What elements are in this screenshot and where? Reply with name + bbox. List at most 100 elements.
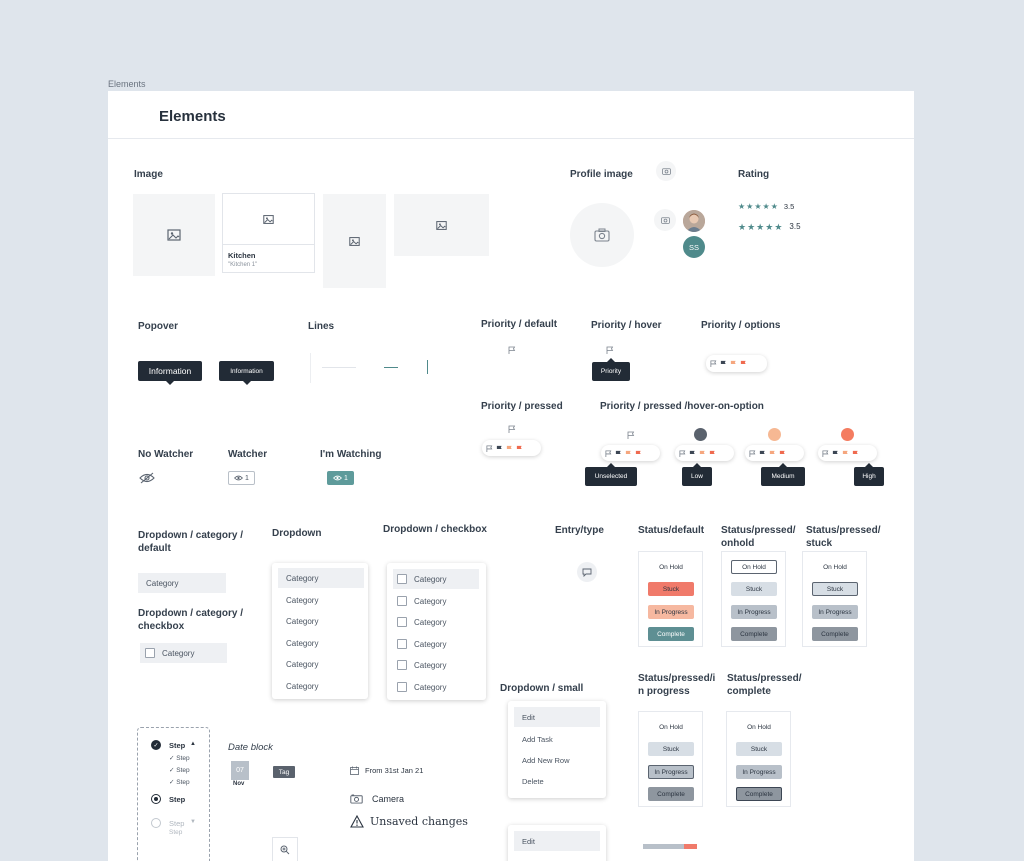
flag-low-icon[interactable] (615, 450, 622, 457)
status-complete[interactable]: Complete (736, 787, 782, 801)
camera-field[interactable]: Camera (350, 794, 404, 804)
status-stuck[interactable]: Stuck (812, 582, 858, 596)
priority-pressed-pill[interactable] (482, 440, 541, 456)
menu-item-delete[interactable]: Delete (514, 771, 600, 791)
substep-label[interactable]: ✓ Step (169, 766, 190, 774)
flag-high-icon[interactable] (709, 450, 716, 457)
status-in-progress[interactable]: In Progress (736, 765, 782, 779)
rating-row-2[interactable]: ★ ★ ★ ★ ★ 3.5 (738, 222, 801, 231)
menu-item-add-new-row[interactable]: Add New Row (514, 750, 600, 770)
flag-low-icon[interactable] (832, 450, 839, 457)
flag-high-icon[interactable] (516, 445, 523, 452)
checkbox[interactable] (145, 648, 155, 658)
status-stuck[interactable]: Stuck (648, 742, 694, 756)
checkbox[interactable] (397, 574, 407, 584)
flag-medium-icon[interactable] (769, 450, 776, 457)
flag-outline-icon[interactable] (822, 449, 829, 457)
step-label[interactable]: Step (169, 741, 185, 750)
status-on-hold[interactable]: On Hold (812, 560, 858, 574)
dropdown-item[interactable]: Category (278, 568, 364, 588)
step-label-faded[interactable]: Step (169, 819, 184, 828)
status-on-hold[interactable]: On Hold (736, 720, 782, 734)
priority-hover-pill-low[interactable] (675, 445, 734, 461)
dropdown-checkbox-item[interactable]: Category (393, 591, 479, 611)
image-card[interactable]: Kitchen "Kitchen 1" (222, 193, 315, 273)
flag-outline-icon[interactable] (508, 346, 516, 354)
eye-slash-icon[interactable] (139, 472, 155, 484)
chevron-up-icon[interactable]: ▲ (190, 741, 196, 747)
status-on-hold[interactable]: On Hold (648, 560, 694, 574)
image-placeholder-landscape[interactable] (394, 194, 489, 256)
dropdown-checkbox-item[interactable]: Category (393, 655, 479, 675)
status-complete[interactable]: Complete (731, 627, 777, 641)
priority-hover-pill-medium[interactable] (745, 445, 804, 461)
priority-hover-pill-unselected[interactable] (601, 445, 660, 461)
flag-high-icon[interactable] (779, 450, 786, 457)
checkbox[interactable] (397, 660, 407, 670)
flag-outline-icon[interactable] (605, 449, 612, 457)
dropdown-item[interactable]: Category (278, 676, 364, 696)
flag-outline-icon[interactable] (710, 360, 717, 367)
zoom-button[interactable] (272, 837, 298, 861)
status-on-hold[interactable]: On Hold (648, 720, 694, 734)
flag-high-icon[interactable] (852, 450, 859, 457)
menu-item-edit[interactable]: Edit (514, 707, 600, 727)
watching-button[interactable]: 1 (327, 471, 354, 485)
status-on-hold[interactable]: On Hold (731, 560, 777, 574)
flag-outline-icon[interactable] (627, 431, 635, 439)
tag-badge[interactable]: Tag (273, 766, 295, 778)
status-stuck[interactable]: Stuck (648, 582, 694, 596)
profile-image-medium-placeholder[interactable] (654, 209, 676, 231)
menu-item-add-task[interactable]: Add Task (514, 729, 600, 749)
flag-high-icon[interactable] (740, 360, 747, 367)
dropdown-item[interactable]: Category (278, 654, 364, 674)
flag-low-icon[interactable] (759, 450, 766, 457)
status-complete[interactable]: Complete (648, 627, 694, 641)
substep-label[interactable]: ✓ Step (169, 778, 190, 786)
status-stuck[interactable]: Stuck (736, 742, 782, 756)
priority-options-pill[interactable] (706, 355, 767, 372)
flag-medium-icon[interactable] (625, 450, 632, 457)
flag-low-icon[interactable] (689, 450, 696, 457)
flag-medium-icon[interactable] (842, 450, 849, 457)
flag-high-icon[interactable] (635, 450, 642, 457)
image-placeholder-square[interactable] (133, 194, 215, 276)
flag-outline-icon[interactable] (749, 449, 756, 457)
date-range[interactable]: From 31st Jan 21 (350, 766, 423, 775)
dropdown-checkbox-item[interactable]: Category (393, 569, 479, 589)
status-complete[interactable]: Complete (648, 787, 694, 801)
flag-low-icon[interactable] (720, 360, 727, 367)
substep-label[interactable]: ✓ Step (169, 754, 190, 762)
flag-outline-icon[interactable] (679, 449, 686, 457)
dropdown-checkbox-item[interactable]: Category (393, 677, 479, 697)
image-placeholder-portrait[interactable] (323, 194, 386, 288)
flag-low-icon[interactable] (496, 445, 503, 452)
flag-medium-icon[interactable] (730, 360, 737, 367)
step-label[interactable]: Step (169, 795, 185, 804)
status-in-progress[interactable]: In Progress (648, 605, 694, 619)
rating-row-1[interactable]: ★ ★ ★ ★ ★ 3.5 (738, 202, 794, 211)
flag-medium-icon[interactable] (506, 445, 513, 452)
checkbox[interactable] (397, 596, 407, 606)
checkbox[interactable] (397, 682, 407, 692)
dropdown-category-checkbox[interactable]: Category (140, 643, 227, 663)
priority-hover-pill-high[interactable] (818, 445, 877, 461)
flag-outline-icon[interactable] (508, 425, 516, 433)
status-in-progress[interactable]: In Progress (731, 605, 777, 619)
flag-medium-icon[interactable] (699, 450, 706, 457)
profile-image-small-placeholder[interactable] (656, 161, 676, 181)
dropdown-item[interactable]: Category (278, 590, 364, 610)
dropdown-category-default[interactable]: Category (138, 573, 226, 593)
status-stuck[interactable]: Stuck (731, 582, 777, 596)
flag-outline-icon[interactable] (606, 346, 614, 354)
dropdown-checkbox-item[interactable]: Category (393, 634, 479, 654)
profile-image-placeholder[interactable] (570, 203, 634, 267)
checkbox[interactable] (397, 639, 407, 649)
chevron-down-icon[interactable]: ▼ (190, 819, 196, 825)
menu-item-edit[interactable]: Edit (514, 831, 600, 851)
dropdown-item[interactable]: Category (278, 633, 364, 653)
flag-outline-icon[interactable] (486, 444, 493, 452)
dropdown-checkbox-item[interactable]: Category (393, 612, 479, 632)
avatar-photo[interactable] (683, 210, 705, 232)
watcher-button[interactable]: 1 (228, 471, 255, 485)
